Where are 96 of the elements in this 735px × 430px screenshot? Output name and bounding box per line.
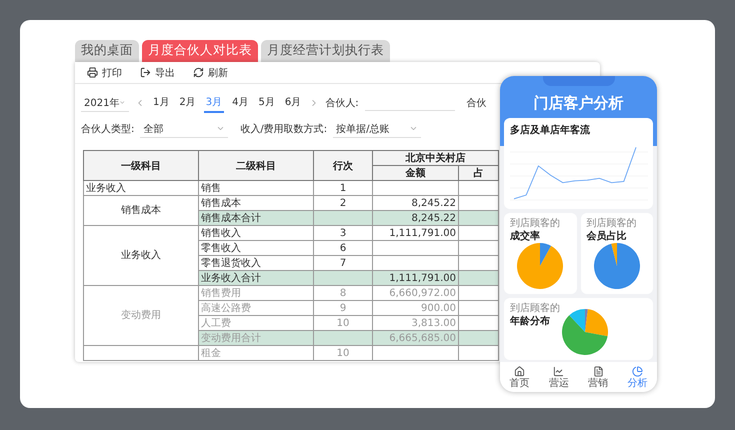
month-tab[interactable]: 5月	[256, 93, 277, 113]
table-cell	[458, 256, 498, 270]
table-cell: 业务收入	[84, 180, 198, 196]
table-cell: 1,111,791.00	[372, 270, 458, 286]
table-cell	[458, 270, 498, 286]
tab[interactable]: 月度经营计划执行表	[261, 40, 390, 62]
toolbar-button[interactable]: 打印	[87, 66, 122, 80]
table-cell: 人工费	[198, 316, 314, 330]
partner-label: 合伙	[466, 97, 487, 110]
table-cell: 业务收入	[84, 226, 198, 286]
export-icon	[140, 67, 151, 78]
table-cell	[458, 316, 498, 330]
phone-notch	[543, 76, 615, 86]
chevron-down-icon	[216, 124, 226, 133]
table-cell: 9	[314, 300, 372, 316]
month-tab[interactable]: 3月	[204, 93, 224, 113]
month-tab[interactable]: 1月	[151, 93, 172, 113]
card-subtitle: 到店顾客的	[510, 218, 561, 229]
tab[interactable]: 我的桌面	[75, 40, 139, 62]
table-cell: 销售	[198, 180, 314, 196]
table-cell	[458, 330, 498, 346]
column-header: 金额	[372, 166, 458, 180]
table-cell	[458, 196, 498, 210]
table-cell: 10	[314, 316, 372, 330]
card-title: 年龄分布	[510, 314, 551, 328]
table-cell: 8,245.22	[372, 196, 458, 210]
month-tab[interactable]: 4月	[230, 93, 250, 113]
nav-tab[interactable]: 分析	[627, 366, 648, 388]
table-cell: 6,660,972.00	[372, 286, 458, 300]
pie-icon	[632, 366, 643, 376]
table-cell: 1,111,791.00	[372, 226, 458, 240]
table-cell: 业务收入合计	[198, 270, 314, 286]
column-header: 二级科目	[198, 150, 314, 180]
table-cell: 8	[314, 286, 372, 300]
nav-tab[interactable]: 营运	[548, 366, 569, 388]
table-cell: 1	[314, 180, 372, 196]
phone-title: 门店客户分析	[534, 94, 624, 112]
table-cell	[314, 210, 372, 226]
table-cell: 900.00	[372, 300, 458, 316]
pie-chart-drawing	[594, 243, 640, 289]
table-cell	[458, 286, 498, 300]
column-header: 一级科目	[84, 150, 198, 180]
home-icon	[514, 366, 526, 376]
card-title: 会员占比	[586, 230, 628, 243]
table-cell: 销售成本合计	[198, 210, 314, 226]
table-cell: 7	[314, 256, 372, 270]
doc-icon	[592, 366, 604, 376]
year-select[interactable]: 2021年	[81, 94, 129, 112]
month-tab[interactable]: 2月	[177, 93, 198, 113]
table-cell	[458, 240, 498, 256]
table-cell: 销售收入	[198, 226, 314, 240]
nav-tab[interactable]: 营销	[588, 366, 608, 388]
table-cell: 租金	[198, 346, 314, 360]
nav-tab[interactable]: 首页	[510, 366, 530, 388]
card-subtitle: 到店顾客的	[586, 218, 638, 229]
refresh-icon	[193, 67, 204, 78]
pie-chart-drawing	[517, 243, 564, 289]
table-cell: 销售成本	[84, 196, 198, 226]
table-cell: 变动费用	[84, 286, 198, 346]
table-cell: 2	[314, 196, 372, 210]
table-cell: 高速公路费	[198, 300, 314, 316]
table-cell	[458, 180, 498, 196]
table-cell: 6	[314, 240, 372, 256]
toolbar-button[interactable]: 导出	[140, 66, 175, 80]
chevron-down-icon	[409, 124, 418, 133]
table-cell	[458, 300, 498, 316]
type-select[interactable]: 全部	[140, 120, 228, 138]
table-cell: 零售收入	[198, 240, 314, 256]
table-cell: 3	[314, 226, 372, 240]
pie-chart-drawing	[562, 309, 608, 355]
table-cell: 零售退货收入	[198, 256, 314, 270]
table-cell: 6,665,685.00	[372, 330, 458, 346]
partner-label: 合伙人:	[325, 97, 359, 110]
print-icon	[87, 67, 98, 78]
table-cell	[458, 226, 498, 240]
table-cell: 8,245.22	[372, 210, 458, 226]
table-cell: 变动费用合计	[198, 330, 314, 346]
column-header: 行次	[314, 150, 372, 180]
month-tab[interactable]: 6月	[282, 93, 304, 113]
table-cell	[314, 270, 372, 286]
table-cell: 10	[314, 346, 372, 360]
table-cell	[458, 210, 498, 226]
chart-icon	[553, 366, 564, 376]
method-select[interactable]: 按单据/总账	[333, 120, 422, 138]
card-subtitle: 到店顾客的	[510, 303, 560, 314]
column-header: 北京中关村店	[372, 150, 498, 166]
card-title: 多店及单店年客流	[510, 123, 591, 137]
column-header: 占	[458, 166, 498, 180]
toolbar-button[interactable]: 刷新	[193, 66, 228, 80]
type-label: 合伙人类型:	[81, 122, 134, 136]
table-cell: 3,813.00	[372, 316, 458, 330]
table-cell	[314, 330, 372, 346]
table-cell: 销售成本	[198, 196, 314, 210]
method-label: 收入/费用取数方式:	[240, 122, 328, 136]
table-cell: 销售费用	[198, 286, 314, 300]
card-title: 成交率	[510, 229, 541, 243]
